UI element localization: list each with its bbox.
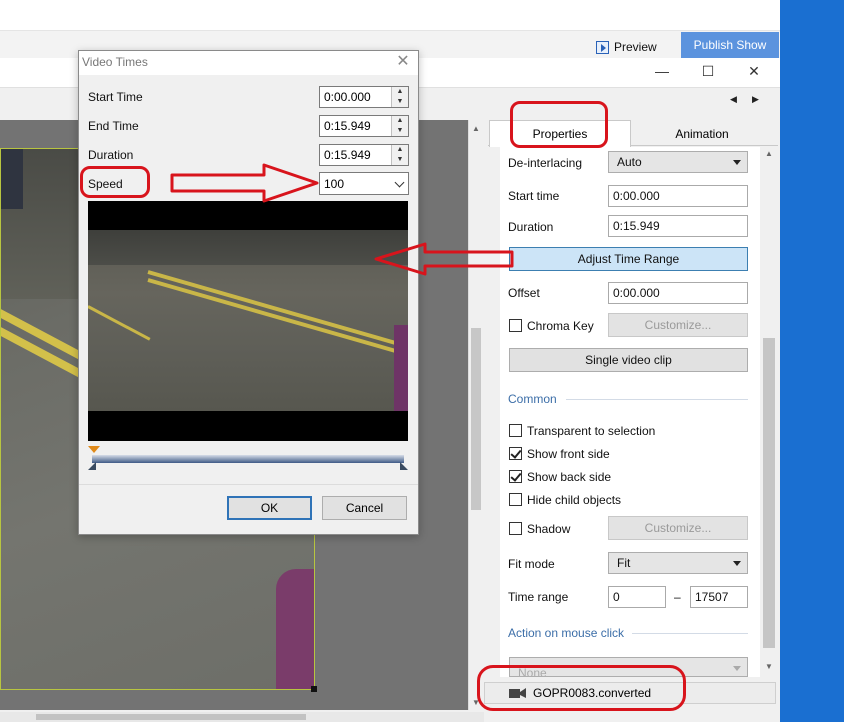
- timeline-start-marker[interactable]: [88, 446, 100, 453]
- deinterlacing-label: De-interlacing: [508, 156, 583, 170]
- speed-value: 100: [324, 177, 345, 191]
- chevron-down-icon: [733, 160, 741, 165]
- single-video-clip-button[interactable]: Single video clip: [509, 348, 748, 372]
- minimize-icon[interactable]: —: [650, 60, 674, 82]
- show-front-checkbox[interactable]: [509, 447, 522, 460]
- deinterlacing-select[interactable]: Auto: [608, 151, 748, 173]
- section-divider: [566, 399, 748, 400]
- road-line: [88, 305, 151, 341]
- annotation-highlight-object: [477, 665, 686, 711]
- end-time-spinner[interactable]: 0:15.949 ▲ ▼: [319, 115, 409, 137]
- chevron-down-icon: [394, 177, 405, 188]
- offset-field[interactable]: 0:00.000: [608, 282, 748, 304]
- shadow-checkbox[interactable]: [509, 522, 522, 535]
- transparent-checkbox[interactable]: [509, 424, 522, 437]
- scroll-down-icon[interactable]: ▼: [762, 662, 776, 671]
- window-controls: — ☐ ✕: [640, 60, 780, 82]
- start-time-label: Start time: [508, 189, 560, 203]
- scroll-up-icon[interactable]: ▲: [469, 124, 483, 133]
- preview-label: Preview: [614, 40, 657, 54]
- fit-mode-label: Fit mode: [508, 557, 555, 571]
- hide-child-checkbox[interactable]: [509, 493, 522, 506]
- start-time-label: Start Time: [88, 90, 143, 104]
- person-figure: [276, 569, 314, 689]
- chevron-down-icon: [733, 666, 741, 671]
- close-icon[interactable]: ✕: [742, 60, 766, 82]
- annotation-highlight-properties: [510, 101, 608, 148]
- dialog-divider: [79, 484, 418, 485]
- spinner-buttons: ▲ ▼: [391, 116, 408, 136]
- duration-value: 0:15.949: [324, 148, 371, 162]
- spin-up-icon[interactable]: ▲: [392, 116, 408, 126]
- time-range-dash: –: [674, 590, 681, 604]
- publish-show-button[interactable]: Publish Show: [681, 32, 779, 58]
- start-time-value: 0:00.000: [324, 90, 371, 104]
- adjust-time-range-button[interactable]: Adjust Time Range: [509, 247, 748, 271]
- time-range-label: Time range: [508, 590, 569, 604]
- duration-field[interactable]: 0:15.949: [608, 215, 748, 237]
- play-icon: [596, 40, 609, 54]
- action-section-title: Action on mouse click: [508, 626, 625, 640]
- chroma-customize-button[interactable]: Customize...: [608, 313, 748, 337]
- canvas-hscroll-thumb[interactable]: [36, 714, 306, 720]
- spin-up-icon[interactable]: ▲: [392, 87, 408, 97]
- resize-handle[interactable]: [311, 686, 317, 692]
- start-time-field[interactable]: 0:00.000: [608, 185, 748, 207]
- spin-down-icon[interactable]: ▼: [392, 155, 408, 165]
- spin-down-icon[interactable]: ▼: [392, 126, 408, 136]
- spin-up-icon[interactable]: ▲: [392, 145, 408, 155]
- road-line: [147, 278, 408, 365]
- speed-select[interactable]: 100: [319, 172, 409, 195]
- end-time-label: End Time: [88, 119, 139, 133]
- deinterlacing-value: Auto: [617, 155, 642, 169]
- common-section-title: Common: [508, 392, 557, 406]
- section-divider: [632, 633, 748, 634]
- show-back-label: Show back side: [527, 470, 612, 484]
- show-back-checkbox[interactable]: [509, 470, 522, 483]
- chevron-right-icon[interactable]: ▶: [752, 94, 759, 105]
- start-time-spinner[interactable]: 0:00.000 ▲ ▼: [319, 86, 409, 108]
- person-figure: [394, 325, 408, 411]
- end-time-value: 0:15.949: [324, 119, 371, 133]
- show-front-label: Show front side: [527, 447, 610, 461]
- time-range-to-field[interactable]: 17507: [690, 586, 748, 608]
- spinner-buttons: ▲ ▼: [391, 145, 408, 165]
- desktop-background: [780, 0, 844, 722]
- chroma-key-label: Chroma Key: [527, 319, 594, 333]
- chroma-key-checkbox[interactable]: [509, 319, 522, 332]
- panel-nav-arrows: ◀ ▶: [727, 94, 767, 110]
- spin-down-icon[interactable]: ▼: [392, 97, 408, 107]
- pedestrian-figure: [1, 149, 23, 209]
- shadow-customize-button[interactable]: Customize...: [608, 516, 748, 540]
- duration-spinner[interactable]: 0:15.949 ▲ ▼: [319, 144, 409, 166]
- cancel-button[interactable]: Cancel: [322, 496, 407, 520]
- dialog-close-icon[interactable]: ✕: [393, 52, 413, 72]
- spinner-buttons: ▲ ▼: [391, 87, 408, 107]
- ok-button[interactable]: OK: [227, 496, 312, 520]
- fit-mode-select[interactable]: Fit: [608, 552, 748, 574]
- range-end-handle[interactable]: [400, 462, 408, 470]
- offset-label: Offset: [508, 286, 540, 300]
- crowd-area: [88, 230, 408, 265]
- annotation-highlight-speed: [80, 166, 150, 198]
- chevron-left-icon[interactable]: ◀: [730, 94, 737, 105]
- properties-scroll-thumb[interactable]: [763, 338, 775, 648]
- dialog-title: Video Times: [82, 55, 148, 69]
- tab-animation[interactable]: Animation: [631, 122, 773, 146]
- range-start-handle[interactable]: [88, 462, 96, 470]
- scroll-up-icon[interactable]: ▲: [762, 149, 776, 158]
- shadow-label: Shadow: [527, 522, 571, 536]
- hide-child-label: Hide child objects: [527, 493, 622, 507]
- canvas-scroll-thumb[interactable]: [471, 328, 481, 510]
- duration-label: Duration: [508, 220, 554, 234]
- transparent-label: Transparent to selection: [527, 424, 656, 438]
- timeline-track[interactable]: [92, 455, 404, 463]
- fit-mode-value: Fit: [617, 556, 631, 570]
- preview-button[interactable]: Preview: [592, 38, 661, 56]
- maximize-icon[interactable]: ☐: [696, 60, 720, 82]
- video-preview-frame: [88, 230, 408, 411]
- duration-label: Duration: [88, 148, 134, 162]
- time-range-from-field[interactable]: 0: [608, 586, 666, 608]
- chevron-down-icon: [733, 561, 741, 566]
